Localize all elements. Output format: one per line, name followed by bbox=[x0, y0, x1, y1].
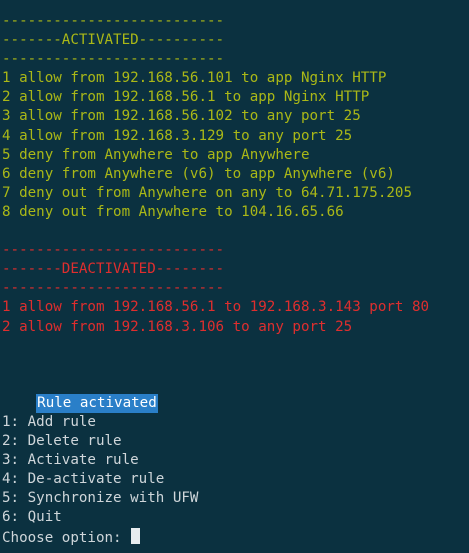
menu-item-deactivate-rule: 4: De-activate rule bbox=[2, 471, 165, 488]
activated-separator-bottom: -------------------------- bbox=[2, 51, 225, 68]
deactivated-separator-top: -------------------------- bbox=[2, 242, 225, 259]
activated-rule: 7 deny out from Anywhere on any to 64.71… bbox=[2, 184, 412, 201]
deactivated-separator-bottom: -------------------------- bbox=[2, 280, 225, 297]
deactivated-rule: 1 allow from 192.168.56.1 to 192.168.3.1… bbox=[2, 299, 430, 316]
menu-item-activate-rule: 3: Activate rule bbox=[2, 452, 139, 469]
prompt-line[interactable]: Choose option: bbox=[2, 527, 469, 547]
activated-rule: 4 allow from 192.168.3.129 to any port 2… bbox=[2, 127, 353, 144]
activated-rule: 6 deny from Anywhere (v6) to app Anywher… bbox=[2, 165, 395, 182]
menu-item-delete-rule: 2: Delete rule bbox=[2, 433, 122, 450]
status-line: Rule activated bbox=[2, 375, 469, 413]
menu-item-synchronize-ufw: 5: Synchronize with UFW bbox=[2, 490, 199, 507]
activated-rule: 2 allow from 192.168.56.1 to app Nginx H… bbox=[2, 89, 370, 106]
text-cursor[interactable] bbox=[131, 527, 141, 544]
activated-rule: 8 deny out from Anywhere to 104.16.65.66 bbox=[2, 203, 344, 220]
deactivated-header: -------DEACTIVATED-------- bbox=[2, 261, 225, 278]
prompt-label: Choose option: bbox=[2, 529, 131, 546]
activated-header: -------ACTIVATED---------- bbox=[2, 32, 225, 49]
menu-item-quit: 6: Quit bbox=[2, 509, 62, 526]
activated-rule: 3 allow from 192.168.56.102 to any port … bbox=[2, 108, 361, 125]
deactivated-rule: 2 allow from 192.168.3.106 to any port 2… bbox=[2, 318, 353, 335]
menu-item-add-rule: 1: Add rule bbox=[2, 413, 96, 430]
activated-rule: 5 deny from Anywhere to app Anywhere bbox=[2, 146, 310, 163]
status-message: Rule activated bbox=[36, 393, 158, 413]
activated-rule: 1 allow from 192.168.56.101 to app Nginx… bbox=[2, 70, 387, 87]
terminal-window[interactable]: -------------------------- -------ACTIVA… bbox=[2, 12, 469, 553]
activated-separator-top: -------------------------- bbox=[2, 13, 225, 29]
